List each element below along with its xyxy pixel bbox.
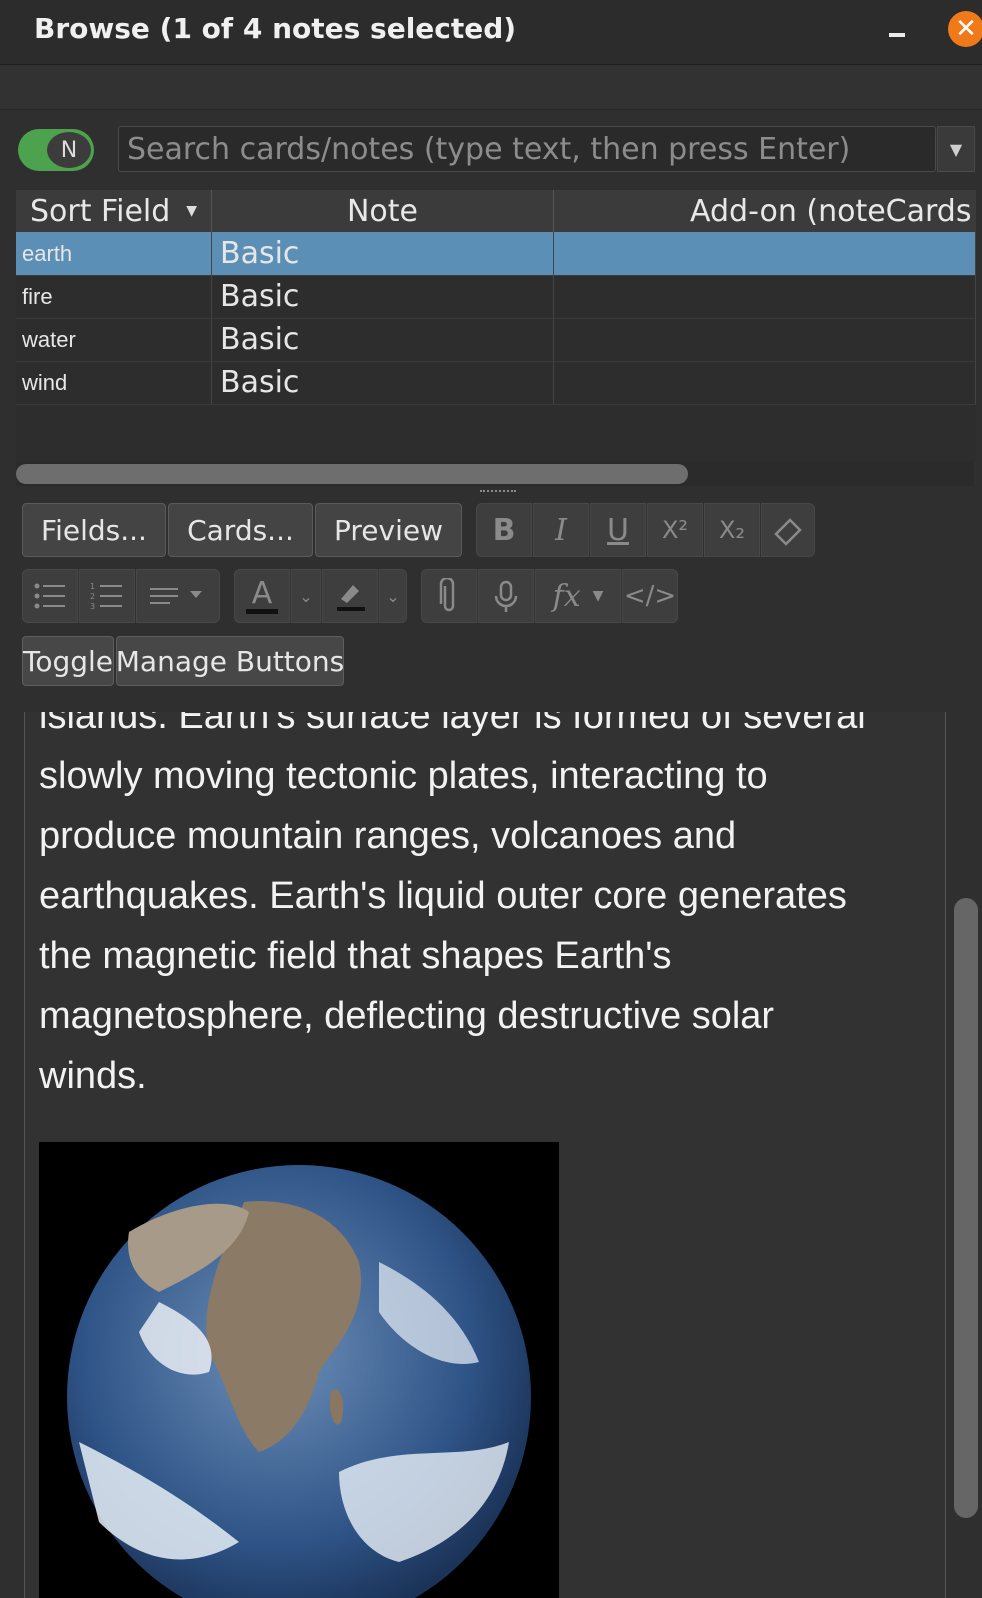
window-title: Browse (1 of 4 notes selected)	[34, 12, 517, 45]
table-row[interactable]: wind Basic	[16, 361, 976, 405]
svg-text:2: 2	[90, 592, 95, 601]
chevron-down-icon: ▼	[592, 588, 604, 604]
numbered-list-icon[interactable]: 123	[79, 569, 135, 623]
underline-icon[interactable]: U	[590, 503, 646, 557]
table-row[interactable]: fire Basic	[16, 275, 976, 319]
note-cell: Basic	[212, 361, 554, 404]
editor-line: magnetosphere, deflecting destructive so…	[39, 995, 775, 1037]
title-bar: Browse (1 of 4 notes selected) ✕	[0, 0, 982, 65]
sort-field-cell: earth	[16, 232, 212, 275]
note-cell: Basic	[212, 318, 554, 361]
earth-photo[interactable]	[39, 1142, 559, 1598]
toolbar-strip	[0, 65, 982, 110]
addon-cell	[554, 361, 976, 404]
editor-line: slowly moving tectonic plates, interacti…	[39, 755, 768, 797]
toggle-knob[interactable]: N	[47, 132, 91, 168]
sort-field-cell: wind	[16, 361, 212, 404]
note-cell: Basic	[212, 275, 554, 318]
html-code-icon[interactable]: </>	[622, 569, 678, 623]
editor-line: earthquakes. Earth's liquid outer core g…	[39, 875, 847, 917]
addon-cell	[554, 232, 976, 275]
editor-line: the magnetic field that shapes Earth's	[39, 935, 672, 977]
attach-icon[interactable]	[421, 569, 477, 623]
manage-buttons-button[interactable]: Manage Buttons	[116, 636, 344, 686]
addon-cell	[554, 318, 976, 361]
addon-cell	[554, 275, 976, 318]
function-icon[interactable]: fx ▼	[535, 569, 621, 623]
table-header: Sort Field ▼ Note Add-on (noteCards	[16, 190, 976, 233]
sort-field-cell: water	[16, 318, 212, 361]
cards-button[interactable]: Cards...	[168, 503, 313, 557]
editor-content[interactable]: islands. Earth's surface layer is formed…	[39, 712, 919, 1106]
close-icon[interactable]: ✕	[948, 11, 982, 47]
svg-text:3: 3	[90, 602, 95, 611]
column-label: Note	[346, 193, 418, 229]
column-label: Sort Field	[30, 193, 171, 229]
fields-button[interactable]: Fields...	[22, 503, 166, 557]
sort-arrow-icon: ▼	[186, 203, 198, 219]
bold-icon[interactable]: B	[476, 503, 532, 557]
chevron-down-icon[interactable]: ⌄	[291, 569, 321, 623]
preview-button[interactable]: Preview	[315, 503, 462, 557]
toggle-button[interactable]: Toggle	[22, 636, 114, 686]
text-color-glyph: A	[245, 578, 279, 614]
horizontal-scrollbar[interactable]	[16, 464, 688, 484]
splitter-handle[interactable]	[480, 490, 516, 496]
highlight-icon[interactable]	[322, 569, 378, 623]
table-row[interactable]: water Basic	[16, 318, 976, 362]
subscript-icon[interactable]: X₂	[704, 503, 760, 557]
chevron-down-icon[interactable]: ⌄	[379, 569, 407, 623]
function-glyph: fx	[552, 578, 581, 614]
cards-table: Sort Field ▼ Note Add-on (noteCards eart…	[16, 190, 976, 462]
editor-line: winds.	[39, 1055, 147, 1097]
eraser-icon[interactable]	[761, 503, 815, 557]
svg-text:1: 1	[90, 582, 95, 591]
column-header-sort-field[interactable]: Sort Field ▼	[16, 190, 212, 232]
note-cell: Basic	[212, 232, 554, 275]
align-icon[interactable]	[136, 569, 220, 623]
search-input[interactable]: Search cards/notes (type text, then pres…	[118, 126, 936, 172]
text-color-icon[interactable]: A	[234, 569, 290, 623]
microphone-icon[interactable]	[478, 569, 534, 623]
sort-field-cell: fire	[16, 275, 212, 318]
chevron-down-icon[interactable]: ▼	[937, 126, 975, 172]
italic-icon[interactable]: I	[533, 503, 589, 557]
editor-line: islands. Earth's surface layer is formed…	[39, 712, 866, 737]
column-label: Add-on (noteCards	[690, 193, 972, 229]
superscript-icon[interactable]: X²	[647, 503, 703, 557]
note-editor[interactable]: islands. Earth's surface layer is formed…	[24, 712, 946, 1598]
bullet-list-icon[interactable]	[22, 569, 78, 623]
table-row[interactable]: earth Basic	[16, 232, 976, 276]
editor-line: produce mountain ranges, volcanoes and	[39, 815, 737, 857]
vertical-scrollbar[interactable]	[954, 898, 978, 1518]
minimize-icon[interactable]	[889, 33, 905, 37]
column-header-addon[interactable]: Add-on (noteCards	[554, 190, 976, 232]
column-header-note[interactable]: Note	[212, 190, 554, 232]
